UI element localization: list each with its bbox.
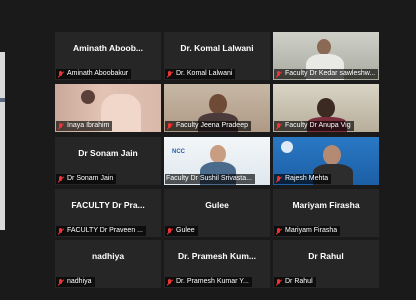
mic-muted-icon bbox=[57, 227, 64, 235]
mic-muted-icon bbox=[275, 175, 282, 183]
mic-muted-icon bbox=[275, 227, 282, 235]
participant-tile-jeena[interactable]: Faculty Jeena Pradeep bbox=[164, 84, 270, 132]
participant-tile-praveen[interactable]: FACULTY Dr Pra... FACULTY Dr Praveen ... bbox=[55, 189, 161, 237]
mic-muted-icon bbox=[57, 278, 64, 286]
mic-muted-icon bbox=[57, 122, 64, 130]
participant-caption: Faculty Jeena Pradeep bbox=[165, 121, 251, 131]
mic-muted-icon bbox=[275, 70, 282, 78]
participant-tile-rajesh[interactable]: Rajesh Mehta bbox=[273, 137, 379, 185]
participant-caption: Inaya Ibrahim bbox=[56, 121, 113, 131]
participant-caption: Faculty Dr Kedar sawleshw... bbox=[274, 69, 379, 79]
participant-name: Aminath Aboob... bbox=[72, 43, 144, 53]
mic-muted-icon bbox=[57, 175, 64, 183]
participant-caption: FACULTY Dr Praveen ... bbox=[56, 226, 146, 236]
participant-caption: Faculty Dr Anupa Vig bbox=[274, 121, 354, 131]
shared-screen-marker bbox=[0, 98, 5, 102]
participant-name: Dr Rahul bbox=[308, 251, 344, 261]
participant-tile-inaya[interactable]: Inaya Ibrahim bbox=[55, 84, 161, 132]
mic-muted-icon bbox=[275, 278, 282, 286]
participant-tile-mariyam[interactable]: Mariyam Firasha Mariyam Firasha bbox=[273, 189, 379, 237]
participant-tile-sushil[interactable]: NCC Faculty Dr Sushil Srivasta... bbox=[164, 137, 270, 185]
participant-caption: Mariyam Firasha bbox=[274, 226, 341, 236]
shared-screen-edge bbox=[0, 52, 5, 230]
mic-muted-icon bbox=[57, 70, 64, 78]
participant-tile-aminath[interactable]: Aminath Aboob... Aminath Aboobakur bbox=[55, 32, 161, 80]
participant-name: Gulee bbox=[205, 200, 229, 210]
participant-tile-kedar[interactable]: Faculty Dr Kedar sawleshw... bbox=[273, 32, 379, 80]
participant-caption: Dr. Pramesh Kumar Y... bbox=[165, 277, 252, 287]
participant-name: Mariyam Firasha bbox=[292, 200, 360, 210]
mic-muted-icon bbox=[275, 122, 282, 130]
participant-name: Dr Sonam Jain bbox=[78, 148, 138, 158]
participant-tile-anupa[interactable]: Faculty Dr Anupa Vig bbox=[273, 84, 379, 132]
participant-tile-nadhiya[interactable]: nadhiya nadhiya bbox=[55, 240, 161, 288]
participant-name: Dr. Komal Lalwani bbox=[180, 43, 254, 53]
participant-caption: Aminath Aboobakur bbox=[56, 69, 132, 79]
participant-name: Dr. Pramesh Kum... bbox=[178, 251, 256, 261]
participant-caption: Dr. Komal Lalwani bbox=[165, 69, 236, 79]
participant-tile-pramesh[interactable]: Dr. Pramesh Kum... Dr. Pramesh Kumar Y..… bbox=[164, 240, 270, 288]
participant-caption: Faculty Dr Sushil Srivasta... bbox=[165, 174, 255, 184]
mic-muted-icon bbox=[166, 227, 173, 235]
participant-tile-gulee[interactable]: Gulee Gulee bbox=[164, 189, 270, 237]
mic-muted-icon bbox=[166, 70, 173, 78]
mic-muted-icon bbox=[166, 122, 173, 130]
participant-name: FACULTY Dr Pra... bbox=[71, 200, 145, 210]
participant-caption: Dr Rahul bbox=[274, 277, 316, 287]
participant-caption: nadhiya bbox=[56, 277, 95, 287]
participant-caption: Rajesh Mehta bbox=[274, 174, 332, 184]
mic-muted-icon bbox=[166, 278, 173, 286]
participant-caption: Dr Sonam Jain bbox=[56, 174, 117, 184]
participant-caption: Gulee bbox=[165, 226, 198, 236]
participant-tile-komal[interactable]: Dr. Komal Lalwani Dr. Komal Lalwani bbox=[164, 32, 270, 80]
participant-name: nadhiya bbox=[91, 251, 125, 261]
participant-tile-sonam[interactable]: Dr Sonam Jain Dr Sonam Jain bbox=[55, 137, 161, 185]
participant-tile-rahul[interactable]: Dr Rahul Dr Rahul bbox=[273, 240, 379, 288]
